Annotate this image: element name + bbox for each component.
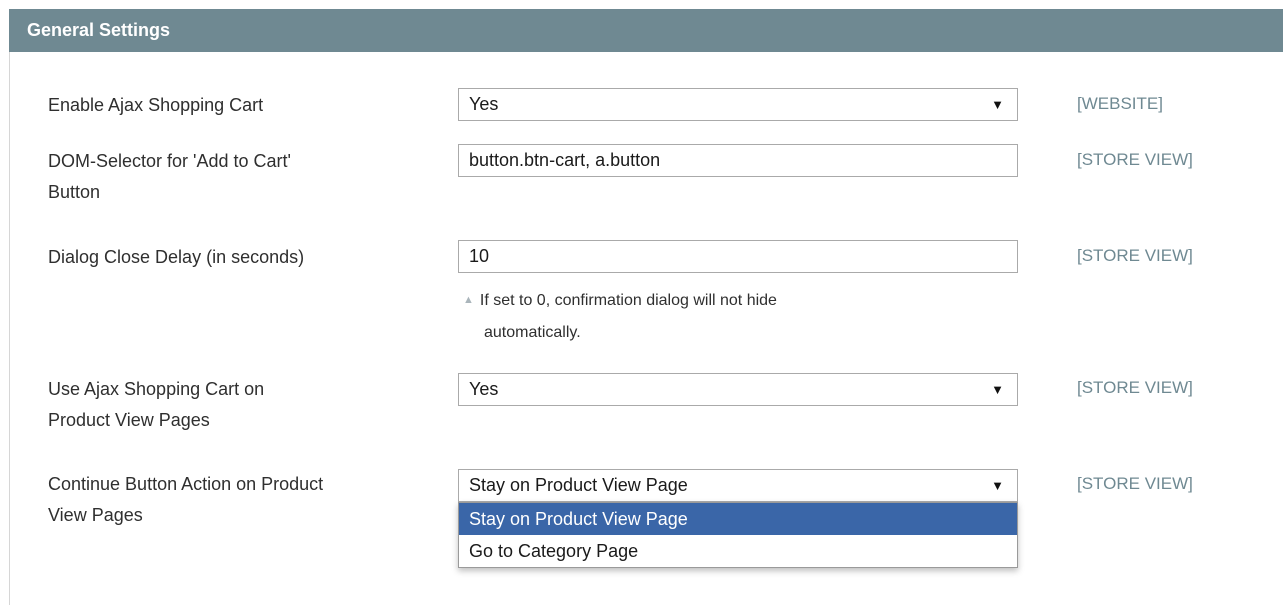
use-ajax-cart-product-select[interactable]: Yes ▼	[458, 373, 1018, 406]
scope-label: [WEBSITE]	[1077, 94, 1163, 113]
continue-button-action-label: Continue Button Action on Product View P…	[48, 474, 324, 525]
dialog-close-delay-input[interactable]: 10	[458, 240, 1018, 273]
scope-label: [STORE VIEW]	[1077, 246, 1193, 265]
enable-ajax-cart-value: Yes	[469, 94, 499, 114]
enable-ajax-cart-label: Enable Ajax Shopping Cart	[48, 95, 264, 115]
enable-ajax-cart-select[interactable]: Yes ▼	[458, 88, 1018, 121]
scope-label: [STORE VIEW]	[1077, 378, 1193, 397]
use-ajax-cart-product-label: Use Ajax Shopping Cart on Product View P…	[48, 379, 265, 430]
scope-label: [STORE VIEW]	[1077, 150, 1193, 169]
dropdown-arrow-icon: ▼	[991, 478, 1004, 493]
section-header[interactable]: General Settings	[9, 9, 1283, 52]
section-title: General Settings	[27, 20, 171, 40]
continue-button-action-select[interactable]: Stay on Product View Page ▼	[458, 469, 1018, 502]
continue-button-action-options: Stay on Product View Page Go to Category…	[458, 502, 1018, 568]
dropdown-arrow-icon: ▼	[991, 382, 1004, 397]
continue-button-action-value: Stay on Product View Page	[469, 475, 688, 495]
option-go-to-category-page[interactable]: Go to Category Page	[459, 535, 1017, 567]
note-triangle-icon: ▲	[463, 294, 474, 306]
dialog-close-delay-value: 10	[469, 246, 490, 266]
field-note: ▲ If set to 0, confirmation dialog will n…	[463, 292, 777, 341]
dom-selector-value: button.btn-cart, a.button	[469, 150, 661, 170]
scope-label: [STORE VIEW]	[1077, 474, 1193, 493]
dom-selector-label: DOM-Selector for 'Add to Cart' Button	[48, 151, 291, 202]
dropdown-arrow-icon: ▼	[991, 97, 1004, 112]
option-stay-on-product-view-page[interactable]: Stay on Product View Page	[459, 503, 1017, 535]
dom-selector-input[interactable]: button.btn-cart, a.button	[458, 144, 1018, 177]
use-ajax-cart-product-value: Yes	[469, 379, 499, 399]
dialog-close-delay-label: Dialog Close Delay (in seconds)	[48, 247, 305, 267]
